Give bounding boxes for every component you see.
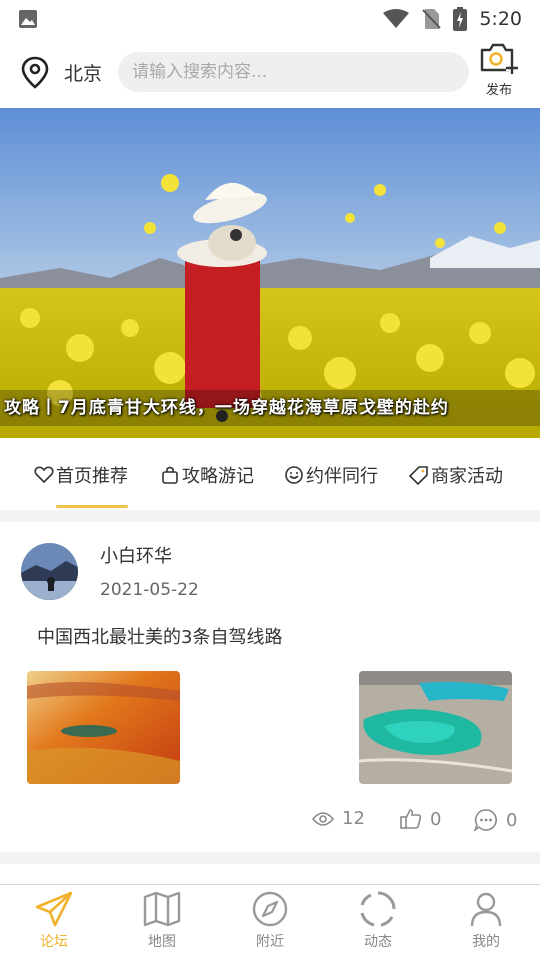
tab-guides[interactable]: 攻略游记 [160,462,254,488]
location-pin-icon[interactable] [20,56,50,90]
likes-value: 0 [430,808,442,830]
next-post-card [0,864,540,884]
view-count: 12 [312,808,365,829]
spinner-icon [360,891,396,927]
banner-photo [0,108,540,438]
tab-label: 攻略游记 [182,466,254,487]
wifi-icon [383,9,410,28]
comment-icon [474,809,497,832]
tab-label: 约伴同行 [306,466,378,487]
person-icon [470,892,502,927]
nav-profile[interactable]: 我的 [446,891,526,951]
smile-icon [285,466,303,484]
camera-add-icon [480,43,518,74]
heart-icon [34,466,54,484]
bottom-navigation: 论坛 地图 附近 动态 我的 [0,884,540,960]
publish-label: 发布 [485,83,512,98]
paper-plane-icon [35,891,73,927]
post-image-2[interactable] [359,671,512,784]
map-icon [143,891,181,927]
post-author[interactable]: 小白环华 [100,542,172,568]
like-button[interactable]: 0 [400,808,441,830]
tag-icon [409,466,428,485]
comments-value: 0 [506,809,518,831]
nav-label: 我的 [472,934,500,950]
post-image-1[interactable] [27,671,180,784]
tab-label: 商家活动 [431,466,503,487]
city-selector[interactable]: 北京 [64,59,102,86]
nav-nearby[interactable]: 附近 [230,891,310,951]
avatar[interactable] [21,543,78,600]
category-tabs: 首页推荐 攻略游记 约伴同行 商家活动 [0,438,540,510]
top-header: 北京 发布 [0,38,540,108]
views-value: 12 [342,808,365,829]
status-time: 5:20 [479,8,522,30]
nav-label: 地图 [148,934,176,950]
search-input[interactable] [118,52,469,92]
thumbs-up-icon [400,809,422,829]
bag-icon [162,466,178,484]
banner-caption: 攻略丨7月底青甘大环线，一场穿越花海草原戈壁的赴约 [0,390,540,426]
post-date: 2021-05-22 [100,580,199,600]
publish-button[interactable]: 发布 [476,40,522,104]
battery-charging-icon [453,7,468,31]
nav-label: 论坛 [40,934,68,950]
nav-activity[interactable]: 动态 [338,891,418,951]
tab-recommend[interactable]: 首页推荐 [34,462,128,488]
nav-forum[interactable]: 论坛 [14,891,94,951]
post-title[interactable]: 中国西北最壮美的3条自驾线路 [37,623,282,649]
active-tab-indicator [56,505,128,508]
no-sim-icon [422,9,442,29]
status-bar: 5:20 [0,0,540,38]
tab-companion[interactable]: 约伴同行 [284,462,378,488]
tab-merchant[interactable]: 商家活动 [409,462,503,488]
tab-label: 首页推荐 [56,466,128,487]
nav-label: 附近 [256,934,284,950]
nav-label: 动态 [364,934,392,950]
post-card[interactable]: 小白环华 2021-05-22 中国西北最壮美的3条自驾线路 12 0 0 [0,522,540,852]
banner-carousel[interactable]: 攻略丨7月底青甘大环线，一场穿越花海草原戈壁的赴约 [0,108,540,438]
eye-icon [312,811,334,826]
nav-map[interactable]: 地图 [122,891,202,951]
comment-button[interactable]: 0 [474,808,517,832]
carousel-indicator-dot [216,410,228,422]
compass-icon [252,891,288,927]
image-icon [19,10,37,28]
